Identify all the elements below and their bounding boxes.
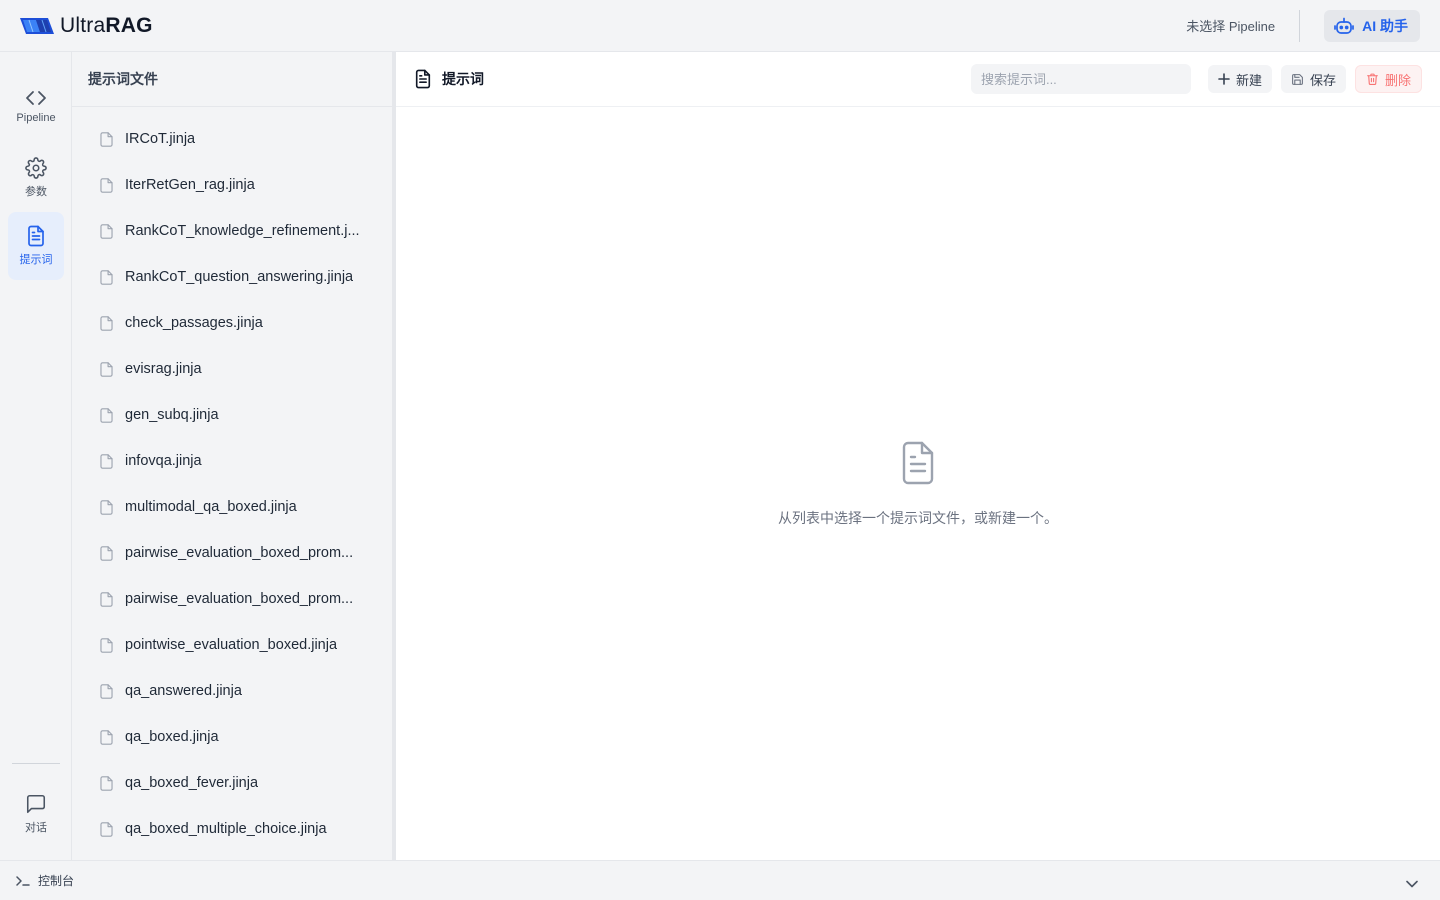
file-name: IterRetGen_rag.jinja [125,177,255,193]
file-list-item[interactable]: gen_subq.jinja [72,392,392,438]
file-list-item[interactable]: qa_answered.jinja [72,668,392,714]
left-rail: Pipeline 参数 提示词 对话 [0,52,72,860]
file-list-item[interactable]: pointwise_evaluation_boxed.jinja [72,622,392,668]
rail-item-params[interactable]: 参数 [8,144,64,212]
rail-item-label: 对话 [25,822,47,834]
plus-icon [1218,73,1230,85]
file-name: RankCoT_question_answering.jinja [125,269,354,285]
code-brackets-icon [26,91,46,105]
pipeline-status: 未选择 Pipeline [1186,19,1276,34]
new-button-label: 新建 [1235,72,1262,88]
search-input[interactable] [970,64,1191,94]
ai-assistant-label: AI 助手 [1362,17,1408,34]
file-name: pairwise_evaluation_boxed_prom... [125,591,354,607]
file-icon [100,499,113,515]
gear-icon [25,157,47,179]
file-list-item[interactable]: qa_boxed_multiple_choice.jinja [72,806,392,852]
ai-assistant-button[interactable]: AI 助手 [1324,9,1420,42]
main-content: 提示词 新建 保存 删除 从列表中选择一个提示词文件，或新建 [396,52,1440,860]
rail-item-label: Pipeline [16,112,56,124]
document-placeholder-icon [902,441,934,485]
file-list-item[interactable]: evisrag.jinja [72,346,392,392]
rail-item-prompts[interactable]: 提示词 [8,212,64,280]
file-name: qa_boxed.jinja [125,729,219,745]
file-icon [100,775,113,791]
app-name: UltraRAG [60,13,153,37]
delete-button[interactable]: 删除 [1354,65,1422,93]
top-bar: UltraRAG 未选择 Pipeline AI 助手 [0,0,1440,52]
file-icon [100,361,113,377]
document-icon [28,225,44,247]
console-label: 控制台 [38,874,75,888]
file-list-item[interactable]: check_passages.jinja [72,300,392,346]
file-list-item[interactable]: infovqa.jinja [72,438,392,484]
delete-button-label: 删除 [1384,72,1411,88]
file-name: IRCoT.jinja [125,131,196,147]
file-icon [100,223,113,239]
file-name: gen_subq.jinja [125,407,219,423]
rail-item-label: 提示词 [19,254,53,266]
page-title: 提示词 [414,69,484,89]
save-button-label: 保存 [1309,72,1336,88]
file-icon [100,637,113,653]
rail-item-chat[interactable]: 对话 [8,780,64,848]
file-list-item[interactable]: RankCoT_question_answering.jinja [72,254,392,300]
file-icon [100,729,113,745]
file-name: qa_answered.jinja [125,683,242,699]
page-title-text: 提示词 [442,71,484,87]
file-icon [100,821,113,837]
file-list-item[interactable]: qa_boxed.jinja [72,714,392,760]
file-icon [100,269,113,285]
file-icon [100,545,113,561]
file-list-item[interactable]: IterRetGen_rag.jinja [72,162,392,208]
chat-bubble-icon [26,794,46,814]
file-list-item[interactable]: RankCoT_knowledge_refinement.j... [72,208,392,254]
document-icon [415,69,431,89]
file-icon [100,315,113,331]
save-button[interactable]: 保存 [1280,65,1346,93]
file-list-item[interactable]: pairwise_evaluation_boxed_prom... [72,576,392,622]
file-list-item[interactable]: multimodal_qa_boxed.jinja [72,484,392,530]
file-list-item[interactable]: qa_boxed_fever.jinja [72,760,392,806]
file-list: IRCoT.jinja IterRetGen_rag.jinja RankCoT_k… [72,107,392,852]
terminal-icon [16,875,30,886]
file-icon [100,683,113,699]
file-name: evisrag.jinja [125,361,202,377]
file-name: check_passages.jinja [125,315,263,331]
trash-icon [1367,73,1378,85]
new-button[interactable]: 新建 [1207,65,1272,93]
rail-divider [12,763,60,764]
file-name: qa_boxed_fever.jinja [125,775,259,791]
topbar-divider [1299,9,1301,42]
empty-state: 从列表中选择一个提示词文件，或新建一个。 [396,440,1440,528]
file-name: pointwise_evaluation_boxed.jinja [125,637,338,653]
rail-item-pipeline[interactable]: Pipeline [8,72,64,140]
console-bar[interactable]: 控制台 [0,860,1440,900]
file-name: infovqa.jinja [125,453,202,469]
file-icon [100,591,113,607]
file-list-item[interactable]: pairwise_evaluation_boxed_prom... [72,530,392,576]
app-logo[interactable]: UltraRAG [20,14,153,38]
file-name: multimodal_qa_boxed.jinja [125,499,297,515]
rail-item-label: 参数 [25,186,47,198]
save-icon [1292,73,1303,85]
file-icon [100,177,113,193]
file-panel-title: 提示词文件 [72,52,392,107]
file-icon [100,453,113,469]
file-list-item[interactable]: IRCoT.jinja [72,116,392,162]
file-name: qa_boxed_multiple_choice.jinja [125,821,327,837]
empty-state-message: 从列表中选择一个提示词文件，或新建一个。 [778,510,1058,526]
main-header: 提示词 新建 保存 删除 [396,52,1440,107]
prompt-file-panel: 提示词文件 IRCoT.jinja IterRetGen_rag.jinja Ran… [72,52,392,860]
file-name: pairwise_evaluation_boxed_prom... [125,545,354,561]
file-icon [100,131,113,147]
ultrarag-logo-icon [20,17,54,34]
file-icon [100,407,113,423]
chevron-down-icon[interactable] [1406,880,1418,888]
robot-icon [1334,17,1354,34]
file-name: RankCoT_knowledge_refinement.j... [125,223,360,239]
